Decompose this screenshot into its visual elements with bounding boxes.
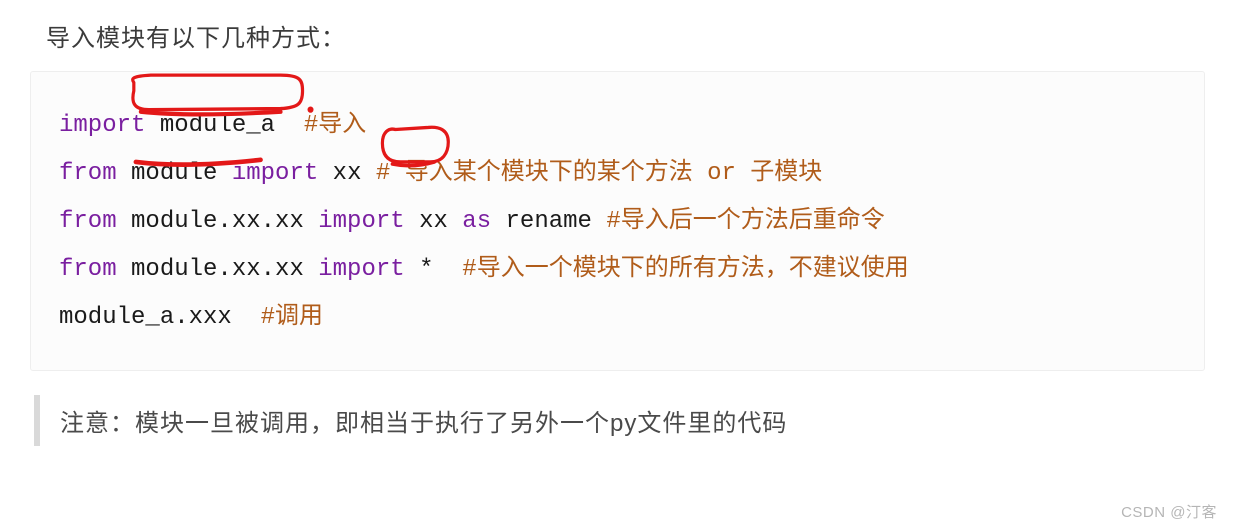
identifier-call: module_a.xxx <box>59 304 232 331</box>
identifier-module-xx-xx: module.xx.xx <box>131 256 304 283</box>
identifier-xx: xx <box>419 208 448 235</box>
keyword-import: import <box>318 208 404 235</box>
comment: #导入一个模块下的所有方法，不建议使用 <box>462 256 908 283</box>
identifier-module: module <box>131 160 217 187</box>
watermark: CSDN @汀客 <box>1121 501 1217 522</box>
identifier-module-xx-xx: module.xx.xx <box>131 208 304 235</box>
keyword-import: import <box>59 112 145 139</box>
comment: # 导入某个模块下的某个方法 or 子模块 <box>376 160 822 187</box>
identifier-module-a: module_a <box>160 112 275 139</box>
note-block: 注意：模块一旦被调用，即相当于执行了另外一个py文件里的代码 <box>34 395 1205 446</box>
identifier-rename: rename <box>506 208 592 235</box>
comment: #导入 <box>304 112 366 139</box>
star: * <box>419 256 433 283</box>
keyword-import: import <box>318 256 404 283</box>
keyword-import: import <box>232 160 318 187</box>
intro-text: 导入模块有以下几种方式： <box>46 18 1205 53</box>
article-content: 导入模块有以下几种方式： import module_a #导入 from mo… <box>0 18 1235 446</box>
keyword-from: from <box>59 160 117 187</box>
note-text: 注意：模块一旦被调用，即相当于执行了另外一个py文件里的代码 <box>60 410 787 437</box>
keyword-from: from <box>59 208 117 235</box>
keyword-as: as <box>462 208 491 235</box>
comment: #导入后一个方法后重命令 <box>606 208 884 235</box>
code-block: import module_a #导入 from module import x… <box>30 71 1205 371</box>
identifier-xx: xx <box>333 160 362 187</box>
comment: #调用 <box>261 304 323 331</box>
keyword-from: from <box>59 256 117 283</box>
